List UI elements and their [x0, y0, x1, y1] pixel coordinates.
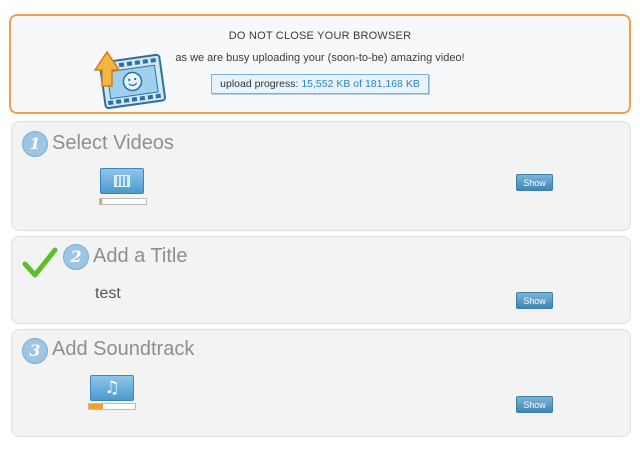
upload-notice-panel: DO NOT CLOSE YOUR BROWSER as we are busy…: [9, 14, 631, 114]
checkmark-icon: [22, 247, 58, 278]
upload-progress-label: upload progress:: [220, 78, 299, 90]
step-number-badge: 1: [22, 131, 48, 157]
music-note-glyph: ♫: [104, 378, 120, 398]
step-title: Add a Title: [93, 245, 188, 267]
video-upload-progress-fill: [100, 199, 102, 204]
film-icon: [100, 168, 144, 194]
step-title: Select Videos: [52, 132, 174, 154]
video-title-value: test: [95, 285, 121, 302]
show-button[interactable]: Show: [516, 396, 553, 413]
film-strip-graphic: [114, 175, 130, 187]
step-title: Add Soundtrack: [52, 338, 195, 360]
upload-progress-value: 15,552 KB of 181,168 KB: [301, 78, 420, 90]
notice-headline: DO NOT CLOSE YOUR BROWSER: [228, 30, 412, 42]
notice-message: as we are busy uploading your (soon-to-b…: [175, 52, 465, 64]
show-button[interactable]: Show: [516, 292, 553, 309]
step-select-videos: 1 Select Videos Show: [11, 121, 631, 231]
music-note-icon: ♫: [90, 375, 134, 401]
soundtrack-upload-progress-bar: [88, 403, 136, 410]
step-add-title: 2 Add a Title test Show: [11, 236, 631, 324]
soundtrack-upload-progress-fill: [89, 404, 103, 409]
upload-progress-readout: upload progress: 15,552 KB of 181,168 KB: [211, 74, 429, 94]
step-add-soundtrack: 3 Add Soundtrack ♫ Show: [11, 329, 631, 437]
step-number-badge: 3: [22, 338, 48, 364]
step-number-badge: 2: [63, 244, 89, 270]
video-upload-progress-bar: [99, 198, 147, 205]
show-button[interactable]: Show: [516, 174, 553, 191]
